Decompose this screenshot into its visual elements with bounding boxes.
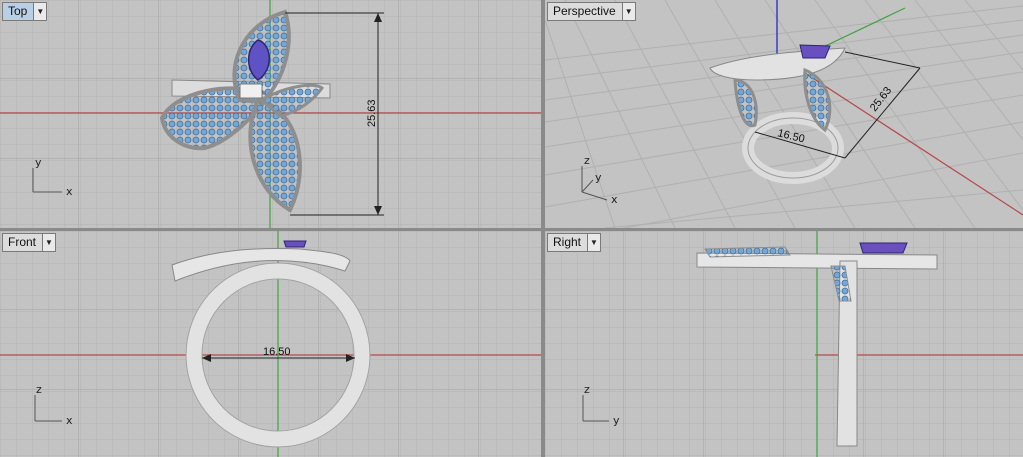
center-stone	[799, 44, 831, 59]
svg-text:y: y	[595, 171, 602, 184]
svg-text:z: z	[584, 154, 590, 167]
center-stone	[283, 240, 307, 248]
tab-top-viewport[interactable]: Top ▼	[2, 2, 48, 21]
viewport-perspective[interactable]: 25.63 16.50 z x y Perspective ▼	[545, 0, 1023, 228]
triangle-down-icon[interactable]: ▼	[621, 3, 635, 20]
dimension-label: 25.63	[366, 99, 378, 127]
tab-label: Front	[8, 235, 37, 249]
axis-gizmo: z x y	[581, 154, 618, 206]
tab-front-viewport[interactable]: Front ▼	[2, 233, 57, 252]
front-view-scene: 16.50 x z	[0, 231, 541, 457]
tab-perspective-viewport[interactable]: Perspective ▼	[547, 2, 636, 21]
top-view-scene: 25.63 x y	[0, 0, 541, 228]
svg-text:z: z	[36, 383, 42, 396]
svg-text:x: x	[66, 185, 73, 198]
svg-text:z: z	[584, 383, 590, 396]
svg-text:16.50: 16.50	[263, 346, 291, 358]
svg-text:x: x	[611, 193, 618, 206]
viewport-top[interactable]: 25.63 x y Top ▼	[0, 0, 541, 228]
tab-label: Top	[8, 4, 28, 18]
perspective-view-scene: 25.63 16.50 z x y	[545, 0, 1023, 228]
viewport-right[interactable]: y z Right ▼	[545, 231, 1023, 457]
center-stone	[859, 242, 908, 254]
ring-model-perspective[interactable]	[709, 44, 846, 184]
triangle-down-icon[interactable]: ▼	[587, 234, 601, 251]
svg-text:x: x	[66, 414, 73, 427]
tab-right-viewport[interactable]: Right ▼	[547, 233, 602, 252]
right-view-scene: y z	[545, 231, 1023, 457]
triangle-down-icon[interactable]: ▼	[33, 3, 47, 20]
tab-label: Right	[553, 235, 582, 249]
svg-text:25.63: 25.63	[868, 85, 894, 114]
tab-label: Perspective	[553, 4, 616, 18]
svg-text:y: y	[613, 414, 620, 427]
triangle-down-icon[interactable]: ▼	[42, 234, 56, 251]
viewport-front[interactable]: 16.50 x z Front ▼	[0, 231, 541, 457]
svg-text:y: y	[35, 156, 42, 169]
